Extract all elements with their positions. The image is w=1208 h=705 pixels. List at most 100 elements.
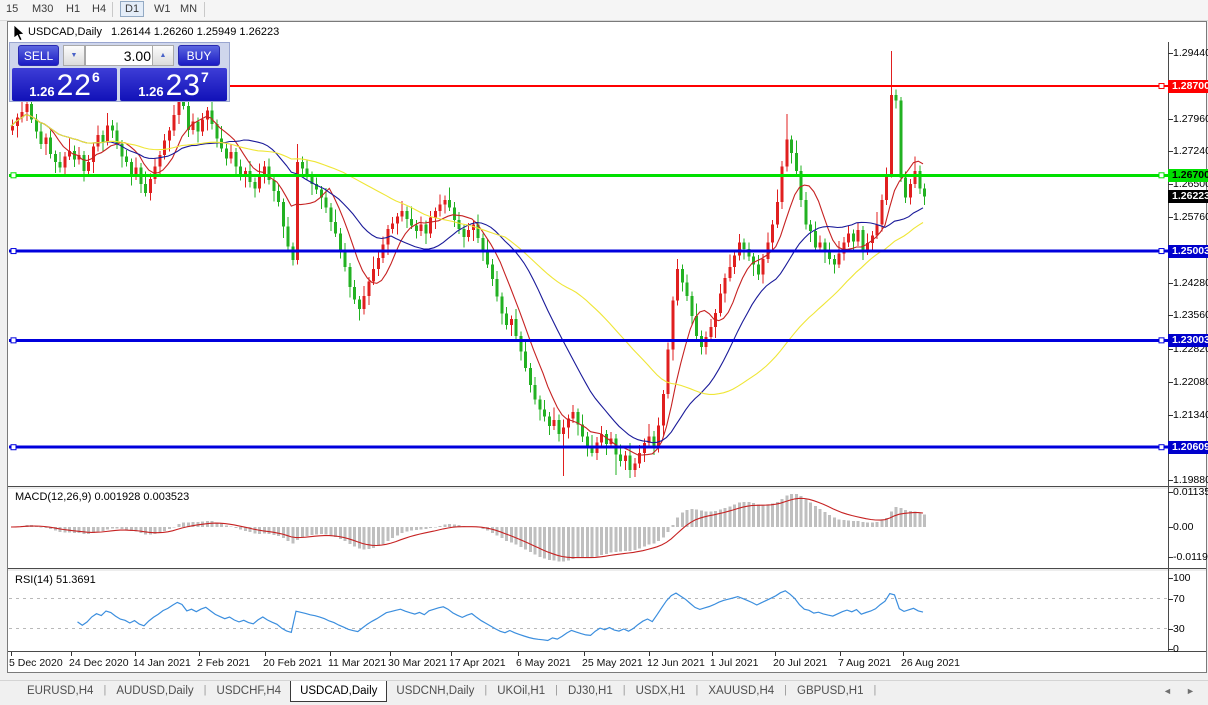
price-axis-tick-label: 1.25760 (1173, 211, 1208, 223)
macd-axis-label: -0.01190 (1173, 551, 1208, 563)
toolbar-separator (204, 2, 205, 17)
timeframe-button-d1[interactable]: D1 (120, 1, 144, 17)
price-axis-tick-label: 1.22080 (1173, 376, 1208, 388)
price-axis-tick-label: 1.24280 (1173, 277, 1208, 289)
rsi-axis-label: 30 (1173, 623, 1208, 635)
price-axis-tick-label: 1.21340 (1173, 409, 1208, 421)
pane-splitter[interactable] (8, 569, 1206, 571)
sell-price-prefix: 1.26 (29, 84, 54, 99)
price-axis-tick-label: 1.29440 (1173, 47, 1208, 59)
date-axis-label: 12 Jun 2021 (647, 657, 705, 669)
chart-window: USDCAD,Daily 1.26144 1.26260 1.25949 1.26… (8, 22, 1206, 672)
date-axis-tick (265, 652, 266, 656)
date-axis-label: 20 Feb 2021 (263, 657, 322, 669)
date-axis-tick (330, 652, 331, 656)
tab-gbpusd-h1[interactable]: GBPUSD,H1 (788, 681, 872, 702)
tab-scroll-right-icon[interactable]: ► (1186, 687, 1195, 696)
date-axis-tick (390, 652, 391, 656)
date-axis-label: 14 Jan 2021 (133, 657, 191, 669)
tab-separator: | (872, 681, 877, 702)
mouse-cursor-icon (13, 25, 26, 42)
tab-eurusd-h4[interactable]: EURUSD,H4 (18, 681, 102, 702)
buy-price-big: 23 (166, 73, 201, 99)
sell-price-big: 22 (57, 73, 92, 99)
buy-button[interactable]: BUY (178, 45, 220, 66)
date-axis-tick (71, 652, 72, 656)
timeframe-button-h4[interactable]: H4 (88, 2, 110, 16)
date-axis-tick (712, 652, 713, 656)
tab-dj30-h1[interactable]: DJ30,H1 (559, 681, 622, 702)
price-axis-tick-label: 1.19880 (1173, 474, 1208, 486)
price-axis-tick-label: 1.27240 (1173, 145, 1208, 157)
timeframe-button-15[interactable]: 15 (2, 2, 22, 16)
chart-ohlc-values: 1.26144 1.26260 1.25949 1.26223 (111, 26, 279, 38)
chart-symbol-label: USDCAD,Daily (28, 26, 102, 38)
buy-price-pip: 7 (201, 69, 209, 85)
date-axis-label: 24 Dec 2020 (69, 657, 129, 669)
pane-splitter[interactable] (8, 487, 1206, 489)
one-click-trading-panel: SELL ▼ ▲ BUY 1.26 22 6 1.26 23 7 (10, 43, 229, 101)
date-axis-tick (451, 652, 452, 656)
sell-price-display[interactable]: 1.26 22 6 (12, 68, 117, 101)
date-axis-label: 17 Apr 2021 (449, 657, 506, 669)
timeframe-button-m30[interactable]: M30 (28, 2, 57, 16)
date-axis-label: 25 May 2021 (582, 657, 643, 669)
date-axis-label: 26 Aug 2021 (901, 657, 960, 669)
sell-button[interactable]: SELL (18, 45, 59, 66)
tab-scroll-left-icon[interactable]: ◄ (1163, 687, 1172, 696)
timeframe-button-mn[interactable]: MN (176, 2, 201, 16)
symbol-tab-bar: EURUSD,H4|AUDUSD,Daily|USDCHF,H4USDCAD,D… (0, 680, 1208, 702)
sell-price-pip: 6 (92, 69, 100, 85)
rsi-axis-label: 0 (1173, 643, 1208, 655)
rsi-axis-label: 100 (1173, 572, 1208, 584)
tab-usdcnh-daily[interactable]: USDCNH,Daily (387, 681, 483, 702)
volume-input[interactable] (85, 45, 156, 66)
date-axis-label: 6 May 2021 (516, 657, 571, 669)
volume-increase-button[interactable]: ▲ (152, 45, 174, 66)
price-axis-tick-label: 1.23560 (1173, 309, 1208, 321)
price-level-tag: 1.28700 (1168, 80, 1208, 93)
volume-decrease-button[interactable]: ▼ (63, 45, 85, 66)
tab-audusd-daily[interactable]: AUDUSD,Daily (107, 681, 202, 702)
pane-divider (8, 651, 1206, 652)
tab-usdcad-daily[interactable]: USDCAD,Daily (290, 681, 387, 702)
tab-ukoil-h1[interactable]: UKOil,H1 (488, 681, 554, 702)
tab-xauusd-h4[interactable]: XAUUSD,H4 (699, 681, 783, 702)
price-level-tag: 1.20609 (1168, 441, 1208, 454)
macd-axis-label: 0.01135 (1173, 486, 1208, 498)
date-axis-tick (584, 652, 585, 656)
macd-label: MACD(12,26,9) 0.001928 0.003523 (15, 491, 189, 503)
date-axis-label: 20 Jul 2021 (773, 657, 827, 669)
price-level-tag: 1.25003 (1168, 245, 1208, 258)
rsi-label: RSI(14) 51.3691 (15, 574, 96, 586)
buy-price-display[interactable]: 1.26 23 7 (120, 68, 227, 101)
date-axis-tick (518, 652, 519, 656)
date-axis-label: 11 Mar 2021 (328, 657, 386, 669)
timeframe-button-h1[interactable]: H1 (62, 2, 84, 16)
date-axis-tick (649, 652, 650, 656)
macd-axis-label: 0.00 (1173, 521, 1208, 533)
buy-price-prefix: 1.26 (138, 84, 163, 99)
main-chart-canvas[interactable] (9, 42, 1168, 486)
timeframe-button-w1[interactable]: W1 (150, 2, 175, 16)
date-axis-label: 7 Aug 2021 (838, 657, 891, 669)
toolbar-separator (112, 2, 113, 17)
tab-usdchf-h4[interactable]: USDCHF,H4 (208, 681, 291, 702)
current-price-tag: 1.26223 (1168, 190, 1208, 203)
date-axis-tick (840, 652, 841, 656)
date-axis-tick (903, 652, 904, 656)
triangle-down-icon: ▼ (71, 52, 78, 59)
tab-usdx-h1[interactable]: USDX,H1 (627, 681, 695, 702)
price-level-tag: 1.23003 (1168, 334, 1208, 347)
date-axis-label: 5 Dec 2020 (9, 657, 63, 669)
timeframe-toolbar: 15 M30 H1 H4 D1 W1MN (0, 0, 1208, 21)
chart-title: USDCAD,Daily 1.26144 1.26260 1.25949 1.26… (28, 26, 279, 38)
date-axis-tick (775, 652, 776, 656)
price-level-tag: 1.26700 (1168, 169, 1208, 182)
rsi-canvas[interactable] (9, 572, 1168, 651)
price-axis-tick-label: 1.27960 (1173, 113, 1208, 125)
date-axis-label: 1 Jul 2021 (710, 657, 758, 669)
date-axis-label: 30 Mar 2021 (388, 657, 447, 669)
date-axis-tick (11, 652, 12, 656)
date-axis-label: 2 Feb 2021 (197, 657, 250, 669)
